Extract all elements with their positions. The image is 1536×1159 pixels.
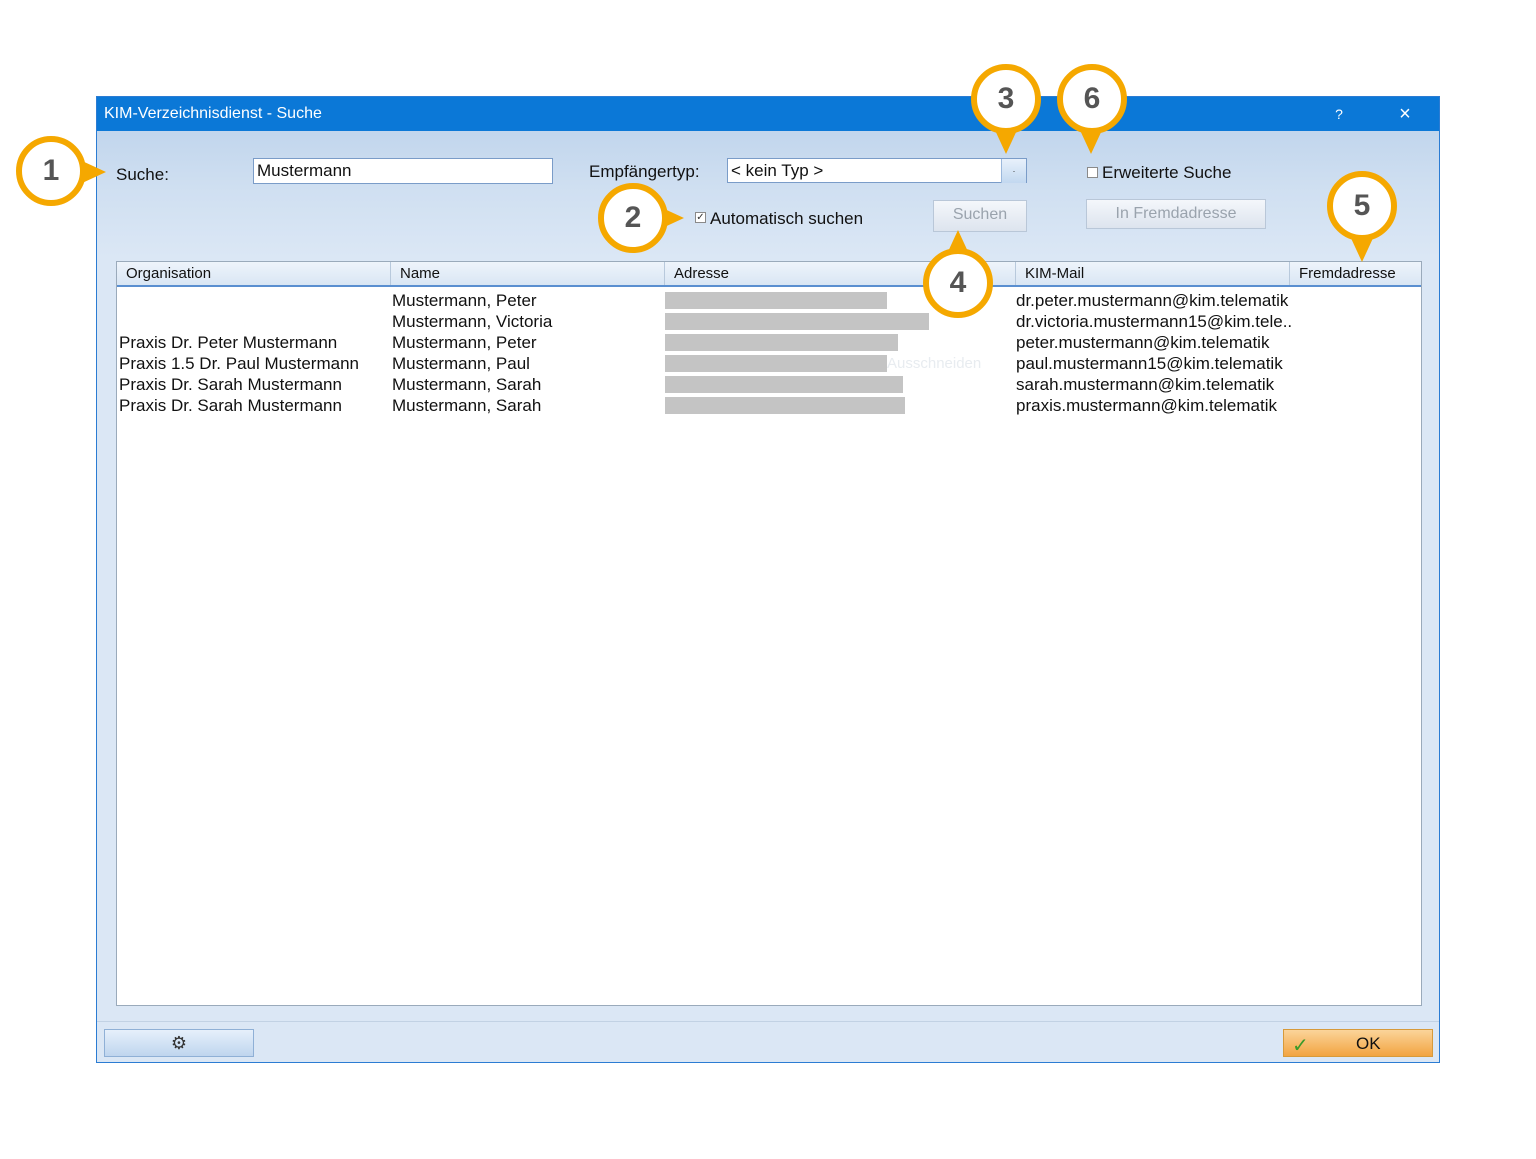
window-title: KIM-Verzeichnisdienst - Suche xyxy=(104,105,322,122)
extended-search-checkbox[interactable] xyxy=(1087,167,1098,178)
gear-icon: ⚙ xyxy=(170,1033,188,1053)
redacted-address xyxy=(665,334,898,351)
cell-kim-mail: praxis.mustermann@kim.telematik xyxy=(1016,396,1277,415)
cell-kim-mail: paul.mustermann15@kim.telematik xyxy=(1016,354,1283,373)
ok-button[interactable]: ✓ OK xyxy=(1283,1029,1433,1057)
callout-1: 1 xyxy=(16,136,86,206)
extended-search-label: Erweiterte Suche xyxy=(1102,163,1232,182)
redacted-address xyxy=(665,355,887,372)
title-bar[interactable]: KIM-Verzeichnisdienst - Suche ? × xyxy=(97,97,1439,131)
auto-search-label: Automatisch suchen xyxy=(710,209,864,228)
recipient-type-value: < kein Typ > xyxy=(731,161,824,180)
column-header-foreign-address[interactable]: Fremdadresse xyxy=(1290,262,1421,285)
cell-name: Mustermann, Victoria xyxy=(392,312,553,331)
to-foreign-address-button[interactable]: In Fremdadresse xyxy=(1086,199,1266,229)
cell-name: Mustermann, Peter xyxy=(392,333,537,352)
results-table[interactable]: Organisation Name Adresse KIM-Mail Fremd… xyxy=(116,261,1422,1006)
cell-kim-mail: peter.mustermann@kim.telematik xyxy=(1016,333,1270,352)
cell-organisation: Praxis Dr. Sarah Mustermann xyxy=(119,396,342,415)
cell-kim-mail: dr.victoria.mustermann15@kim.tele.. xyxy=(1016,312,1293,331)
table-header: Organisation Name Adresse KIM-Mail Fremd… xyxy=(117,262,1421,287)
callout-6: 6 xyxy=(1057,64,1127,134)
recipient-type-select[interactable]: < kein Typ > · xyxy=(727,158,1027,183)
cell-kim-mail: dr.peter.mustermann@kim.telematik xyxy=(1016,291,1289,310)
search-input-value: Mustermann xyxy=(257,161,352,180)
redacted-address xyxy=(665,292,887,309)
callout-2: 2 xyxy=(598,183,668,253)
cell-name: Mustermann, Peter xyxy=(392,291,537,310)
cell-name: Mustermann, Sarah xyxy=(392,375,542,394)
auto-search-checkbox[interactable]: ✓ xyxy=(695,212,706,223)
recipient-type-label: Empfängertyp: xyxy=(589,162,700,181)
cell-organisation: Praxis Dr. Peter Mustermann xyxy=(119,333,338,352)
cell-organisation: Praxis 1.5 Dr. Paul Mustermann xyxy=(119,354,359,373)
callout-4: 4 xyxy=(923,248,993,318)
search-label: Suche: xyxy=(116,165,169,184)
help-button[interactable]: ? xyxy=(1319,101,1359,127)
dialog-footer: ⚙ ✓ OK xyxy=(97,1021,1439,1063)
cell-name: Mustermann, Paul xyxy=(392,354,530,373)
search-input[interactable]: Mustermann xyxy=(253,158,553,184)
callout-3: 3 xyxy=(971,64,1041,134)
redacted-address xyxy=(665,376,903,393)
column-header-organisation[interactable]: Organisation xyxy=(117,262,391,285)
cell-kim-mail: sarah.mustermann@kim.telematik xyxy=(1016,375,1275,394)
chevron-down-icon[interactable]: · xyxy=(1001,159,1026,183)
search-button[interactable]: Suchen xyxy=(933,200,1027,232)
redacted-address xyxy=(665,313,929,330)
redacted-address xyxy=(665,397,905,414)
dialog-window: KIM-Verzeichnisdienst - Suche ? × Suche:… xyxy=(96,96,1440,1063)
settings-button[interactable]: ⚙ xyxy=(104,1029,254,1057)
column-header-name[interactable]: Name xyxy=(391,262,665,285)
column-header-kim-mail[interactable]: KIM-Mail xyxy=(1016,262,1290,285)
ghost-context-text: Ausschneiden xyxy=(887,355,982,372)
ok-label: OK xyxy=(1356,1034,1381,1053)
close-button[interactable]: × xyxy=(1385,101,1425,127)
cell-name: Mustermann, Sarah xyxy=(392,396,542,415)
callout-5: 5 xyxy=(1327,171,1397,241)
check-icon: ✓ xyxy=(1292,1035,1309,1057)
cell-organisation: Praxis Dr. Sarah Mustermann xyxy=(119,375,342,394)
